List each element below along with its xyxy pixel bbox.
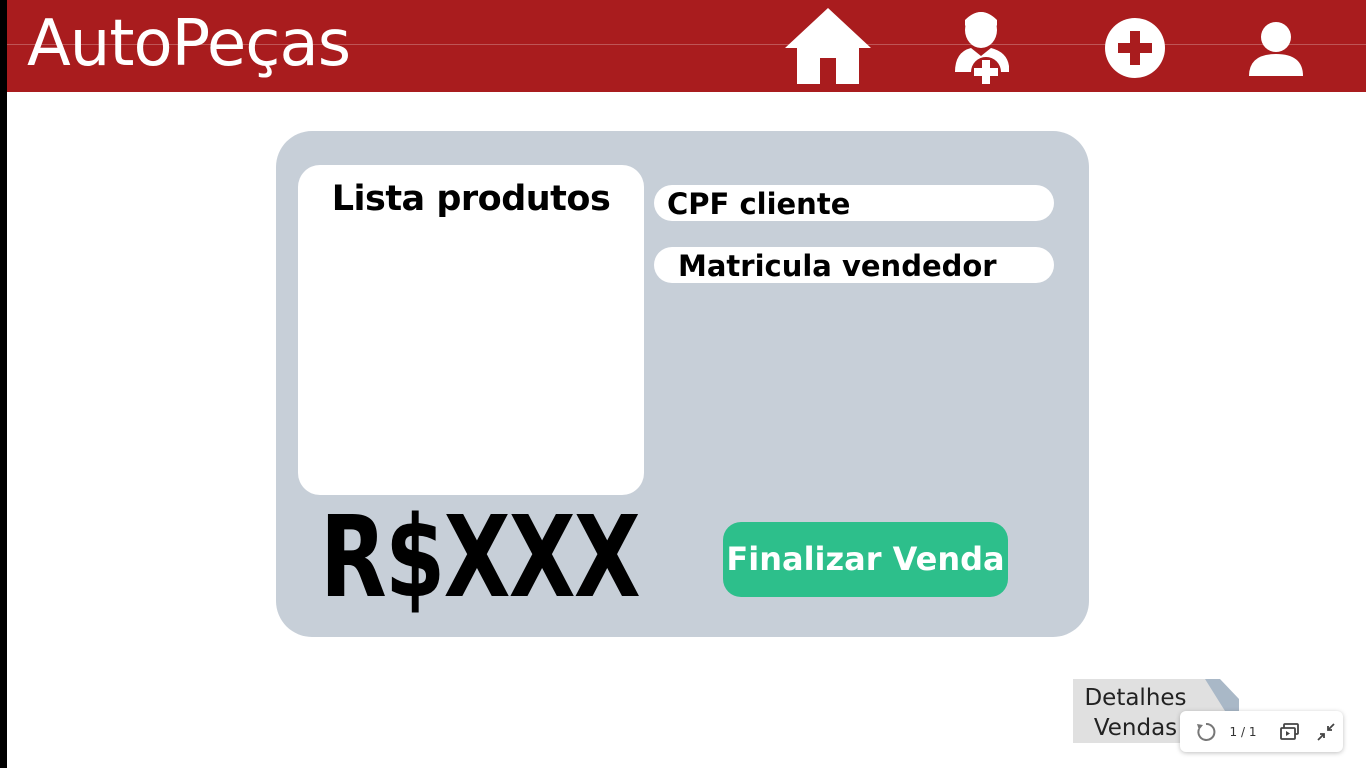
app-title: AutoPeças [27,7,351,81]
details-label-line1: Detalhes [1084,685,1187,711]
add-user-icon[interactable] [951,6,1017,88]
sale-form-card: Lista produtos CPF cliente Matricula ven… [276,131,1089,637]
present-icon[interactable] [1278,711,1302,752]
collapse-icon[interactable] [1314,711,1338,752]
product-list-panel[interactable]: Lista produtos [298,165,644,495]
product-list-title: Lista produtos [331,179,611,219]
viewer-toolbar: 1 / 1 [1180,711,1343,752]
top-bar: AutoPeças [7,0,1366,92]
add-circle-icon[interactable] [1104,17,1166,79]
cpf-field[interactable]: CPF cliente [654,185,1054,221]
sale-total: R$XXX [320,493,641,623]
rotate-icon[interactable] [1194,711,1218,752]
user-profile-icon[interactable] [1247,20,1305,80]
home-icon[interactable] [783,6,873,86]
page-counter: 1 / 1 [1229,724,1257,739]
seller-id-field[interactable]: Matricula vendedor [654,247,1054,283]
app-page: AutoPeças Lista produtos CPF cliente Mat… [7,0,1366,768]
finish-sale-button[interactable]: Finalizar Venda [723,522,1008,597]
